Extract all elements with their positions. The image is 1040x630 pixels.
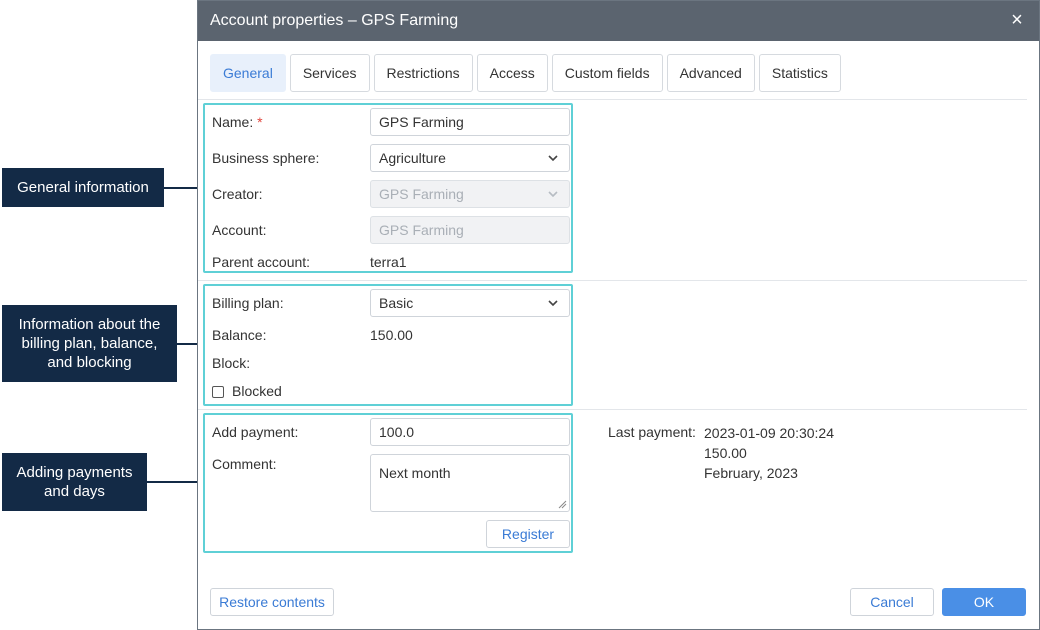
resize-grip-icon[interactable]: [558, 500, 567, 509]
account-label: Account:: [212, 222, 267, 238]
balance-label: Balance:: [212, 327, 267, 343]
parent-account-label: Parent account:: [212, 254, 311, 270]
chevron-down-icon: [548, 155, 558, 162]
last-payment-amount: 150.00: [704, 445, 747, 461]
divider: [198, 99, 1027, 100]
account-field: GPS Farming: [370, 216, 570, 244]
balance-value: 150.00: [370, 327, 413, 343]
parent-account-value: terra1: [370, 254, 407, 270]
close-icon[interactable]: ×: [1007, 10, 1027, 30]
last-payment-label: Last payment:: [608, 424, 696, 440]
dialog-title: Account properties – GPS Farming: [210, 12, 459, 29]
comment-textarea[interactable]: Next month: [370, 454, 570, 512]
required-mark: *: [257, 114, 263, 130]
tab-restrictions[interactable]: Restrictions: [373, 54, 473, 92]
ok-button[interactable]: OK: [942, 588, 1026, 616]
last-payment-period: February, 2023: [704, 465, 798, 481]
add-payment-input[interactable]: 100.0: [370, 418, 570, 446]
tab-general[interactable]: General: [210, 54, 286, 92]
billing-section: Billing plan: Basic Balance: 150.00 Bloc…: [203, 284, 573, 406]
divider: [198, 409, 1027, 410]
billing-plan-label: Billing plan:: [212, 295, 284, 311]
register-button[interactable]: Register: [486, 520, 570, 548]
general-info-section: Name: * GPS Farming Business sphere: Agr…: [203, 103, 573, 273]
tab-services[interactable]: Services: [289, 54, 370, 92]
comment-label: Comment:: [212, 456, 277, 472]
tab-bar: General Services Restrictions Access Cus…: [210, 54, 841, 92]
add-payment-label: Add payment:: [212, 424, 299, 440]
payments-section: Add payment: 100.0 Comment: Next month R…: [203, 413, 573, 553]
divider: [198, 280, 1027, 281]
blocked-checkbox[interactable]: [212, 386, 224, 398]
creator-label: Creator:: [212, 186, 263, 202]
account-properties-dialog: Account properties – GPS Farming × Gener…: [197, 0, 1040, 630]
name-input[interactable]: GPS Farming: [370, 108, 570, 136]
block-label: Block:: [212, 355, 251, 371]
tab-custom-fields[interactable]: Custom fields: [551, 54, 663, 92]
last-payment-date: 2023-01-09 20:30:24: [704, 425, 834, 441]
billing-plan-value: Basic: [379, 295, 414, 311]
business-sphere-label: Business sphere:: [212, 150, 320, 166]
callout-billing-information: Information about the billing plan, bala…: [2, 305, 177, 382]
business-sphere-select[interactable]: Agriculture: [370, 144, 570, 172]
tab-statistics[interactable]: Statistics: [758, 54, 841, 92]
creator-select: GPS Farming: [370, 180, 570, 208]
creator-value: GPS Farming: [379, 186, 464, 202]
callout-adding-payments: Adding payments and days: [2, 453, 147, 511]
business-sphere-value: Agriculture: [379, 150, 446, 166]
blocked-label: Blocked: [232, 383, 282, 399]
billing-plan-select[interactable]: Basic: [370, 289, 570, 317]
chevron-down-icon: [548, 300, 558, 307]
comment-value: Next month: [379, 465, 451, 481]
dialog-title-bar: Account properties – GPS Farming ×: [198, 1, 1039, 41]
add-payment-value: 100.0: [379, 424, 415, 440]
name-input-value: GPS Farming: [379, 114, 464, 130]
cancel-button[interactable]: Cancel: [850, 588, 934, 616]
callout-leader: [147, 481, 204, 483]
tab-advanced[interactable]: Advanced: [666, 54, 755, 92]
callout-general-information: General information: [2, 168, 164, 207]
chevron-down-icon: [548, 191, 558, 198]
restore-contents-button[interactable]: Restore contents: [210, 588, 334, 616]
name-label: Name: *: [212, 114, 263, 130]
account-value: GPS Farming: [379, 222, 464, 238]
tab-access[interactable]: Access: [476, 54, 548, 92]
